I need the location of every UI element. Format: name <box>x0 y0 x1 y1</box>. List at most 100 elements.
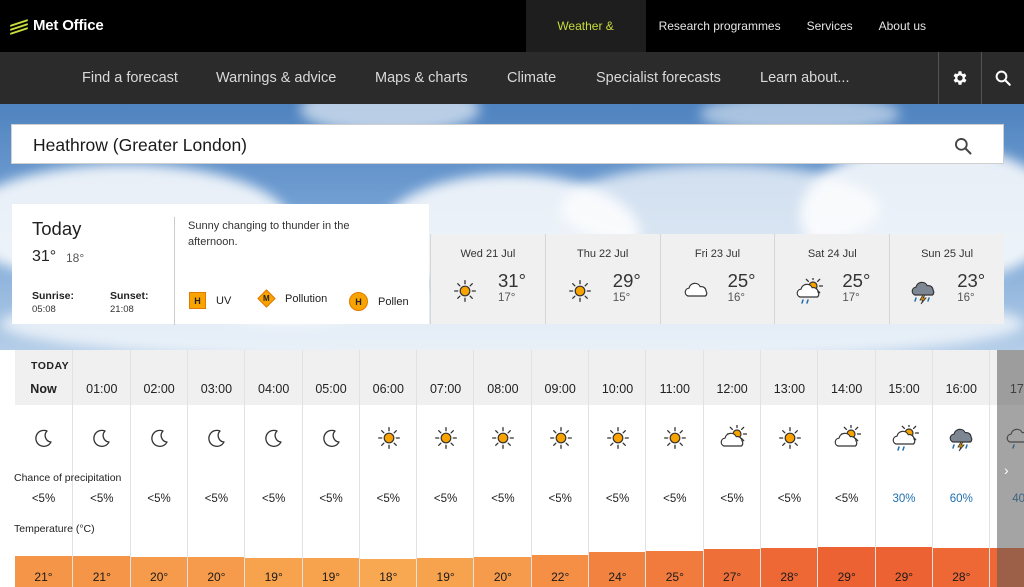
day-tab-date: Wed 21 Jul <box>460 248 516 260</box>
day-tab[interactable]: Thu 22 Jul 29° 15° <box>544 234 660 324</box>
hour-time: 07:00 <box>429 382 462 396</box>
precipitation-chance: <5% <box>663 493 687 505</box>
scroll-right-button[interactable]: › <box>997 350 1024 587</box>
location-search[interactable]: Heathrow (Greater London) <box>11 124 1004 164</box>
temperature-value: 27° <box>723 570 742 584</box>
nav-specialist-forecasts[interactable]: Specialist forecasts <box>596 52 721 104</box>
temperature-value: 20° <box>493 570 512 584</box>
precipitation-chance: <5% <box>262 493 286 505</box>
sunset-label: Sunset: <box>110 290 149 302</box>
hour-time: 11:00 <box>659 382 690 396</box>
day-tab[interactable]: Wed 21 Jul 31° 17° <box>430 234 545 324</box>
topnav-weather-climate[interactable]: Weather & climate <box>525 0 646 85</box>
day-tab-low: 16° <box>957 292 975 304</box>
nav-warnings-advice[interactable]: Warnings & advice <box>216 52 336 104</box>
hour-column: 13:00 <5% 28° <box>759 350 818 587</box>
pollen-badge: H <box>349 292 368 311</box>
temperature-bar: 18° <box>359 559 417 587</box>
temperature-value: 22° <box>551 570 570 584</box>
temperature-value: 25° <box>665 570 684 584</box>
uv-badge: H <box>189 292 206 309</box>
pollen-indicator[interactable]: H Pollen <box>349 292 409 311</box>
hour-column: 02:00 <5% 20° <box>129 350 188 587</box>
hour-time: 14:00 <box>831 382 863 396</box>
site-search-button[interactable] <box>981 52 1024 104</box>
hour-column: 07:00 <5% 19° <box>416 350 475 587</box>
hour-time: 03:00 <box>200 382 233 396</box>
day-tab[interactable]: Sun 25 Jul 23° 16° <box>889 234 1004 324</box>
temperature-value: 19° <box>321 570 341 584</box>
hourly-forecast-table: TODAY Now <5% 21° 01:00 <5% 21° 02:00 <5% 20° 03:… <box>15 350 1024 587</box>
temperature-bar: 19° <box>302 557 360 587</box>
uv-indicator[interactable]: H UV <box>189 292 231 309</box>
today-summary-card[interactable]: Today 31° 18° Sunrise: 05:08 Sunset: 21:… <box>12 204 429 325</box>
day-tab-high: 25° <box>842 270 871 291</box>
cloud-icon <box>681 278 709 310</box>
pollution-label: Pollution <box>285 292 328 305</box>
temperature-bar: 27° <box>703 549 761 587</box>
hour-column: 10:00 <5% 24° <box>588 350 646 587</box>
temperature-value: 28° <box>780 570 799 584</box>
nav-find-a-forecast[interactable]: Find a forecast <box>82 52 178 104</box>
hour-column: Now <5% 21° <box>15 350 72 587</box>
met-office-logo[interactable]: Met Office <box>10 17 104 35</box>
sun-icon <box>431 425 461 451</box>
today-title: Today <box>32 218 82 239</box>
nav-climate[interactable]: Climate <box>507 52 556 104</box>
precipitation-chance: <5% <box>491 493 515 505</box>
chevron-right-icon: › <box>1004 462 1009 478</box>
hour-column: 06:00 <5% 18° <box>358 350 417 587</box>
moon-icon <box>87 425 117 451</box>
sun-cloud-rain-icon <box>795 275 824 310</box>
moon-icon <box>29 425 59 451</box>
top-nav: Weather & climate Research programmes Se… <box>525 0 1024 85</box>
temperature-bar: 28° <box>932 548 990 587</box>
hour-time: 06:00 <box>372 382 404 396</box>
logo-text: Met Office <box>33 17 104 34</box>
topnav-services[interactable]: Services <box>794 0 866 52</box>
day-tab-low: 17° <box>842 292 860 304</box>
hour-time: 16:00 <box>945 382 977 396</box>
precipitation-chance: <5% <box>605 493 630 505</box>
hour-column: 12:00 <5% 27° <box>702 350 761 587</box>
hour-column: 03:00 <5% 20° <box>186 350 245 587</box>
day-tab[interactable]: Fri 23 Jul 25° 16° <box>659 234 775 324</box>
temperature-value: 28° <box>952 570 971 584</box>
search-icon <box>995 70 1011 86</box>
hour-column: 09:00 <5% 22° <box>530 350 589 587</box>
precipitation-chance: <5% <box>433 493 458 505</box>
hour-column: 01:00 <5% 21° <box>72 350 131 587</box>
location-search-input[interactable]: Heathrow (Greater London) <box>33 135 247 156</box>
temperature-value: 21° <box>92 570 111 584</box>
nav-maps-charts[interactable]: Maps & charts <box>375 52 468 104</box>
hour-time: 10:00 <box>601 382 634 396</box>
uv-label: UV <box>216 294 232 307</box>
temperature-value: 20° <box>150 570 169 584</box>
precipitation-chance: <5% <box>31 493 56 505</box>
temperature-value: 21° <box>34 570 53 584</box>
topnav-about-us[interactable]: About us <box>866 0 1024 52</box>
temperature-bar: 29° <box>818 546 876 587</box>
day-tab-date: Thu 22 Jul <box>577 248 629 260</box>
sun-icon <box>546 425 576 451</box>
temperature-bar: 19° <box>417 557 475 587</box>
temperature-bar: 20° <box>130 556 188 587</box>
sunrise-label: Sunrise: <box>32 290 75 302</box>
temperature-bar: 28° <box>760 548 818 587</box>
temperature-value: 19° <box>264 570 283 584</box>
hour-time: 09:00 <box>544 382 576 396</box>
day-tab[interactable]: Sat 24 Jul 25° 17° <box>774 234 890 324</box>
precipitation-chance: <5% <box>376 493 400 505</box>
main-nav: Find a forecast Warnings & advice Maps &… <box>0 52 1024 104</box>
hour-column: 04:00 <5% 19° <box>244 350 303 587</box>
top-bar: Met Office Weather & climate Research pr… <box>0 0 1024 85</box>
thunder-shower-icon <box>910 278 938 310</box>
pollution-indicator[interactable]: M Pollution <box>257 289 328 308</box>
hour-time: 08:00 <box>487 382 519 396</box>
nav-learn-about[interactable]: Learn about... <box>760 52 850 104</box>
settings-button[interactable] <box>938 52 981 104</box>
pollen-label: Pollen <box>378 295 409 308</box>
search-icon[interactable] <box>953 136 973 156</box>
topnav-research-programmes[interactable]: Research programmes <box>646 0 794 52</box>
temperature-value: 20° <box>207 570 226 584</box>
